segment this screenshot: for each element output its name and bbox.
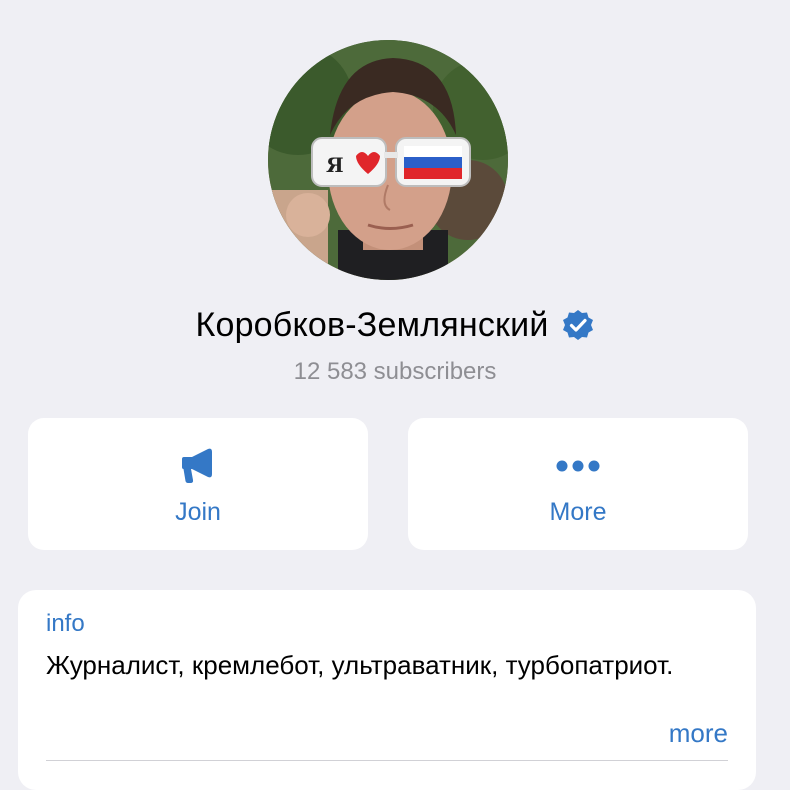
- more-button-label: More: [549, 498, 607, 526]
- more-button[interactable]: More: [408, 418, 748, 550]
- info-description: Журналист, кремлебот, ультраватник, турб…: [46, 650, 674, 680]
- channel-title-row: Коробков-Землянский: [0, 300, 790, 350]
- megaphone-icon: [178, 446, 218, 486]
- glasses-print: Я: [326, 153, 344, 177]
- join-button-label: Join: [175, 498, 221, 526]
- channel-avatar[interactable]: Я: [268, 40, 508, 280]
- info-card: info Журналист, кремлебот, ультраватник,…: [18, 590, 756, 790]
- info-label: info: [46, 610, 85, 637]
- info-more-link[interactable]: more: [669, 718, 728, 749]
- verified-badge-icon: [561, 308, 595, 342]
- join-button[interactable]: Join: [28, 418, 368, 550]
- info-divider: [46, 760, 728, 761]
- ellipsis-icon: [556, 446, 600, 486]
- channel-name: Коробков-Землянский: [195, 305, 549, 344]
- subscriber-count: 12 583 subscribers: [293, 358, 497, 385]
